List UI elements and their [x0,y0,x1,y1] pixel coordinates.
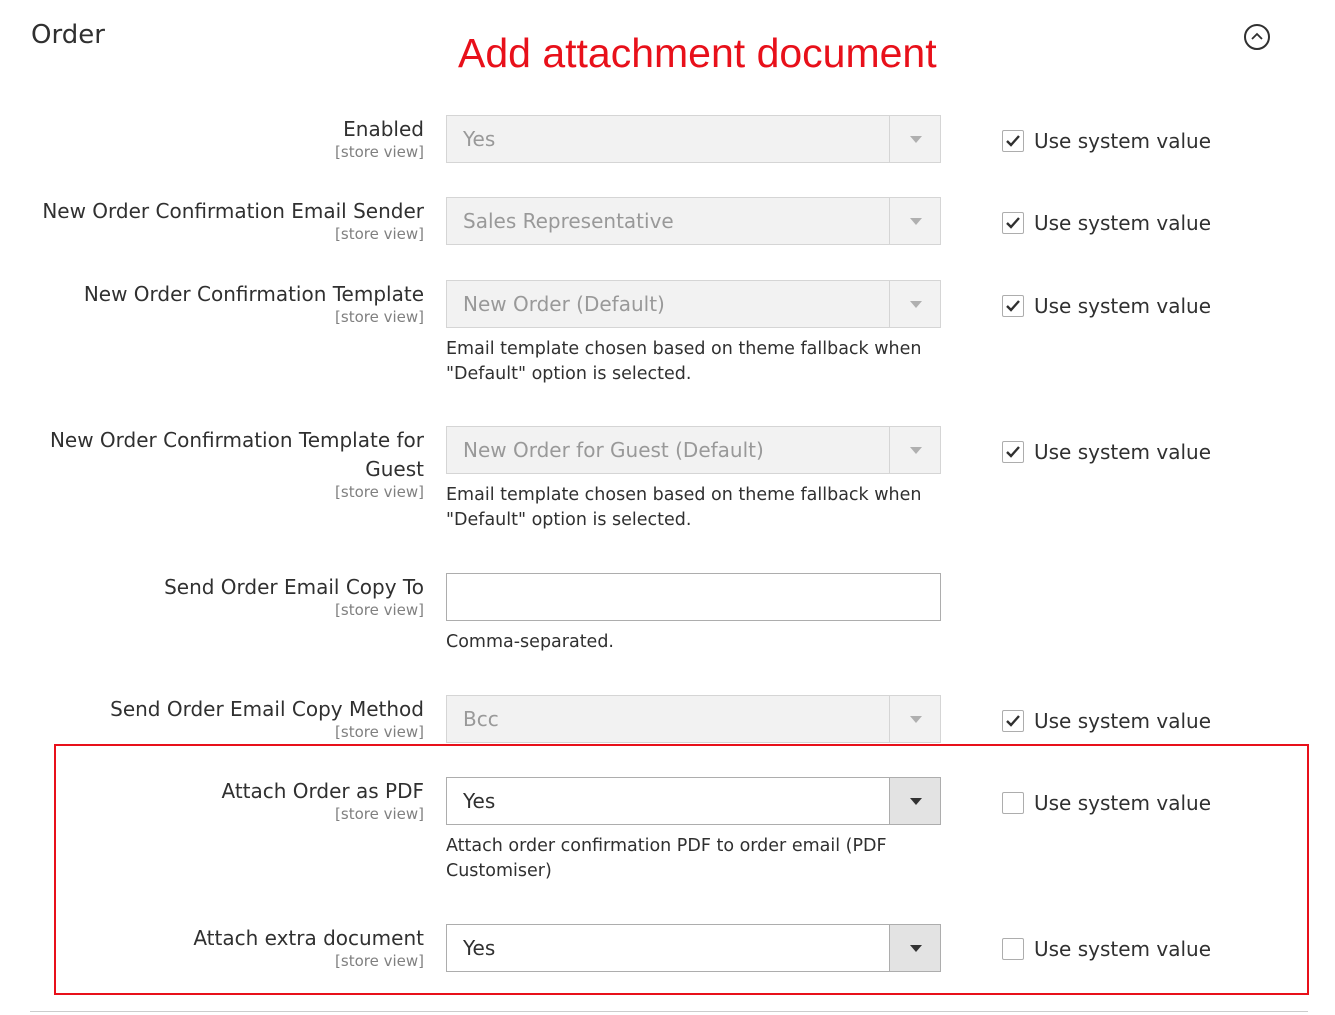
select-value: Yes [463,127,496,151]
field-label: New Order Confirmation Email Sender [42,199,424,223]
checkbox[interactable] [1002,212,1024,234]
use-system-label: Use system value [1034,791,1212,815]
attach-pdf-select[interactable]: Yes [446,777,941,825]
select-value: Sales Representative [463,209,674,233]
checkmark-icon [1006,135,1020,147]
field-scope: [store view] [335,601,424,619]
section-divider [30,1011,1308,1012]
enabled-select[interactable]: Yes [446,115,941,163]
field-label: Attach Order as PDF [221,779,425,803]
field-scope: [store view] [335,952,424,970]
field-note: Email template chosen based on theme fal… [446,485,922,530]
chevron-down-icon [910,218,922,225]
field-label: Attach extra document [193,926,424,950]
field-scope: [store view] [335,723,424,741]
field-scope: [store view] [335,805,424,823]
chevron-up-circle-icon [1251,32,1263,40]
checkbox[interactable] [1002,938,1024,960]
field-note: Comma-separated. [446,632,614,652]
extra-doc-select[interactable]: Yes [446,924,941,972]
chevron-down-icon [910,447,922,454]
chevron-down-icon [910,798,922,805]
email-sender-select[interactable]: Sales Representative [446,197,941,245]
field-label: Send Order Email Copy To [164,575,424,599]
select-value: Yes [463,789,496,813]
chevron-down-icon [910,716,922,723]
chevron-down-icon [910,301,922,308]
field-template-label-block: New Order Confirmation Template [store v… [24,280,424,325]
field-note: Email template chosen based on theme fal… [446,339,922,384]
field-guest-template-label-block: New Order Confirmation Template for Gues… [24,426,424,500]
use-system-label: Use system value [1034,211,1212,235]
field-scope: [store view] [335,225,424,243]
checkbox[interactable] [1002,792,1024,814]
select-value: Yes [463,936,496,960]
checkmark-icon [1006,715,1020,727]
copy-to-input[interactable] [446,573,941,621]
checkbox[interactable] [1002,710,1024,732]
use-system-label: Use system value [1034,294,1212,318]
chevron-down-icon [910,136,922,143]
collapse-button[interactable] [1244,24,1270,50]
checkmark-icon [1006,446,1020,458]
checkmark-icon [1006,300,1020,312]
annotation-text: Add attachment document [458,30,937,76]
field-label: New Order Confirmation Template [83,282,424,306]
select-value: New Order (Default) [463,292,665,316]
use-system-label: Use system value [1034,129,1212,153]
field-email-sender-label-block: New Order Confirmation Email Sender [sto… [24,197,424,242]
field-copy-to-label-block: Send Order Email Copy To [store view] [24,573,424,618]
field-extra-doc-label-block: Attach extra document [store view] [24,924,424,969]
use-system-label: Use system value [1034,709,1212,733]
select-value: Bcc [463,707,499,731]
field-attach-pdf-label-block: Attach Order as PDF [store view] [24,777,425,823]
use-system-label: Use system value [1034,937,1212,961]
use-system-label: Use system value [1034,440,1212,464]
field-label: Send Order Email Copy Method [110,697,424,721]
chevron-down-icon [910,945,922,952]
field-enabled-label-block: Enabled [store view] [24,115,424,160]
field-copy-method-label-block: Send Order Email Copy Method [store view… [24,695,424,740]
copy-method-select[interactable]: Bcc [446,695,941,743]
field-scope: [store view] [335,143,424,161]
template-select[interactable]: New Order (Default) [446,280,941,328]
field-label: New Order Confirmation Template for Gues… [49,428,424,481]
checkbox[interactable] [1002,130,1024,152]
checkbox[interactable] [1002,295,1024,317]
checkbox[interactable] [1002,441,1024,463]
section-title: Order [31,20,105,50]
field-scope: [store view] [335,308,424,326]
select-value: New Order for Guest (Default) [463,438,764,462]
field-note: Attach order confirmation PDF to order e… [446,836,887,881]
field-label: Enabled [343,117,424,141]
guest-template-select[interactable]: New Order for Guest (Default) [446,426,941,474]
checkmark-icon [1006,217,1020,229]
field-scope: [store view] [335,483,424,501]
